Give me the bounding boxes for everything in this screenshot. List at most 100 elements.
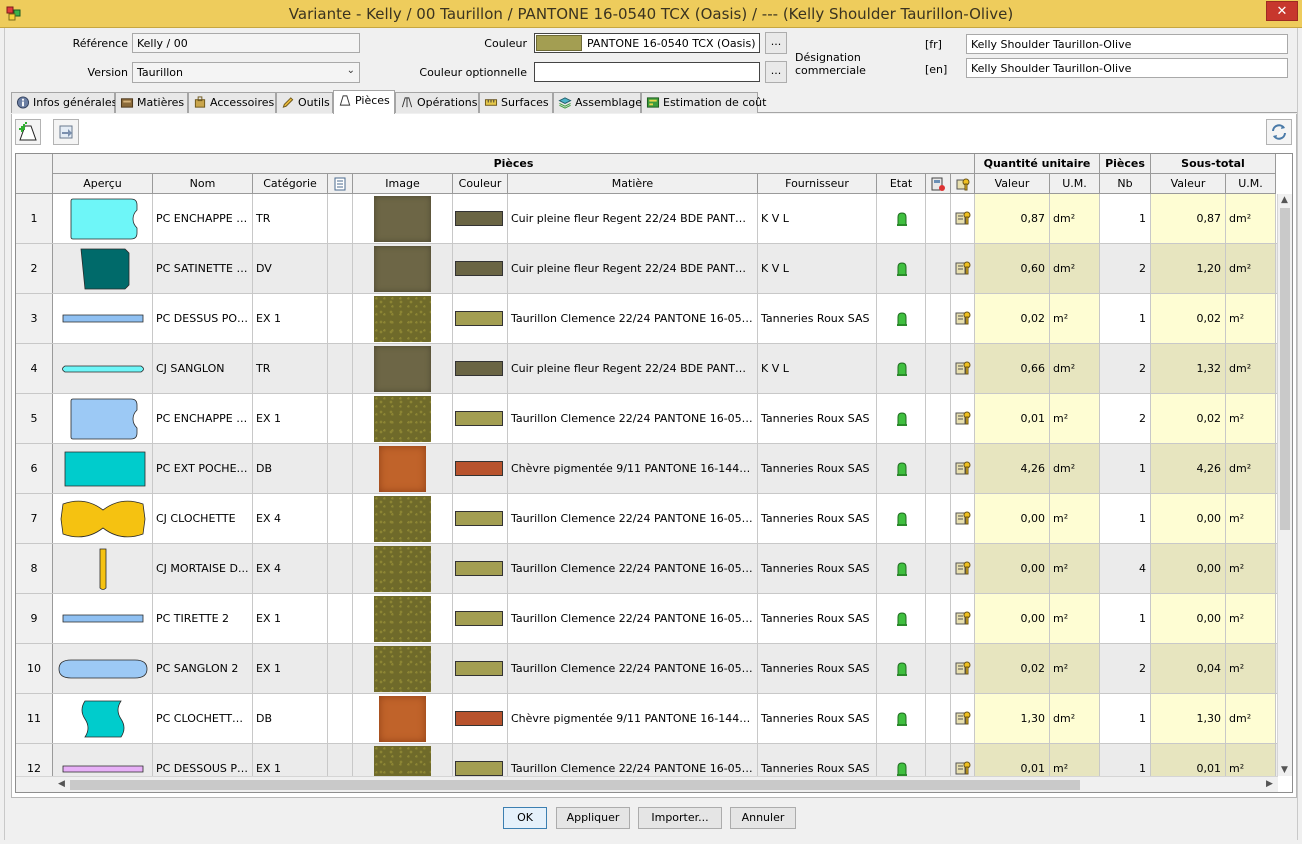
- piece-name[interactable]: CJ MORTAISE D...: [153, 544, 253, 593]
- unit-qty-um[interactable]: m²: [1050, 394, 1100, 443]
- piece-category[interactable]: EX 1: [253, 294, 328, 343]
- piece-name[interactable]: PC ENCHAPPE 2 ...: [153, 394, 253, 443]
- unit-qty-um[interactable]: m²: [1050, 294, 1100, 343]
- color-field[interactable]: PANTONE 16-0540 TCX (Oasis): [534, 33, 760, 53]
- piece-calc[interactable]: [926, 344, 951, 393]
- piece-state[interactable]: [877, 444, 926, 493]
- pieces-count[interactable]: 1: [1100, 444, 1151, 493]
- piece-name[interactable]: PC DESSUS POI...: [153, 294, 253, 343]
- piece-preview[interactable]: [53, 194, 153, 243]
- piece-category[interactable]: EX 1: [253, 594, 328, 643]
- piece-tool[interactable]: [951, 194, 975, 243]
- piece-tool[interactable]: [951, 644, 975, 693]
- subtotal-value[interactable]: 1,30: [1151, 694, 1226, 743]
- material-color[interactable]: [453, 194, 508, 243]
- subtotal-value[interactable]: 4,26: [1151, 444, 1226, 493]
- piece-state[interactable]: [877, 394, 926, 443]
- pieces-count[interactable]: 1: [1100, 594, 1151, 643]
- piece-calc[interactable]: [926, 594, 951, 643]
- col-header-material[interactable]: Matière: [508, 174, 758, 194]
- subtotal-value[interactable]: 1,32: [1151, 344, 1226, 393]
- material-name[interactable]: Chèvre pigmentée 9/11 PANTONE 16-1449 TC…: [508, 694, 758, 743]
- piece-calc[interactable]: [926, 394, 951, 443]
- piece-tool[interactable]: [951, 344, 975, 393]
- piece-document[interactable]: [328, 394, 353, 443]
- unit-qty-um[interactable]: m²: [1050, 594, 1100, 643]
- piece-category[interactable]: TR: [253, 194, 328, 243]
- unit-qty-value[interactable]: 0,87: [975, 194, 1050, 243]
- piece-name[interactable]: CJ SANGLON: [153, 344, 253, 393]
- piece-state[interactable]: [877, 544, 926, 593]
- material-color[interactable]: [453, 644, 508, 693]
- piece-preview[interactable]: [53, 644, 153, 693]
- piece-tool[interactable]: [951, 694, 975, 743]
- table-row[interactable]: 11 PC CLOCHETTE ... DB Chèvre pigmentée 9/1…: [16, 694, 1278, 744]
- material-image[interactable]: [353, 294, 453, 343]
- col-header-nb[interactable]: Nb: [1100, 174, 1151, 194]
- piece-document[interactable]: [328, 694, 353, 743]
- pieces-count[interactable]: 2: [1100, 394, 1151, 443]
- supplier-name[interactable]: Tanneries Roux SAS: [758, 294, 877, 343]
- vertical-scroll-thumb[interactable]: [1280, 208, 1290, 530]
- subtotal-um[interactable]: m²: [1226, 494, 1276, 543]
- tool-key-icon[interactable]: [955, 260, 971, 276]
- piece-calc[interactable]: [926, 494, 951, 543]
- table-row[interactable]: 3 PC DESSUS POI... EX 1 Taurillon Clemence …: [16, 294, 1278, 344]
- supplier-name[interactable]: Tanneries Roux SAS: [758, 494, 877, 543]
- table-row[interactable]: 1 PC ENCHAPPE 2 ... TR Cuir pleine fleur Re…: [16, 194, 1278, 244]
- col-header-category[interactable]: Catégorie: [253, 174, 328, 194]
- table-row[interactable]: 8 CJ MORTAISE D... EX 4 Taurillon Clemence …: [16, 544, 1278, 594]
- subtotal-um[interactable]: m²: [1226, 544, 1276, 593]
- scroll-right-icon[interactable]: ▶: [1266, 779, 1273, 789]
- subtotal-value[interactable]: 1,20: [1151, 244, 1226, 293]
- unit-qty-value[interactable]: 0,00: [975, 544, 1050, 593]
- material-color[interactable]: [453, 594, 508, 643]
- table-row[interactable]: 7 CJ CLOCHETTE EX 4 Taurillon Clemence 22/2…: [16, 494, 1278, 544]
- tab-matieres[interactable]: Matières: [115, 92, 188, 113]
- piece-state[interactable]: [877, 494, 926, 543]
- vertical-scrollbar[interactable]: ▲ ▼: [1277, 194, 1292, 776]
- piece-calc[interactable]: [926, 644, 951, 693]
- table-row[interactable]: 6 PC EXT POCHE SR DB Chèvre pigmentée 9/11 …: [16, 444, 1278, 494]
- material-image[interactable]: [353, 194, 453, 243]
- piece-name[interactable]: PC ENCHAPPE 2 ...: [153, 194, 253, 243]
- piece-tool[interactable]: [951, 594, 975, 643]
- close-button[interactable]: ✕: [1266, 1, 1298, 21]
- col-header-supplier[interactable]: Fournisseur: [758, 174, 877, 194]
- piece-tool[interactable]: [951, 444, 975, 493]
- material-color[interactable]: [453, 694, 508, 743]
- piece-tool[interactable]: [951, 294, 975, 343]
- material-name[interactable]: Cuir pleine fleur Regent 22/24 BDE PANTO…: [508, 194, 758, 243]
- tool-key-icon[interactable]: [955, 210, 971, 226]
- unit-qty-value[interactable]: 0,66: [975, 344, 1050, 393]
- piece-document[interactable]: [328, 494, 353, 543]
- subtotal-value[interactable]: 0,02: [1151, 294, 1226, 343]
- material-image[interactable]: [353, 644, 453, 693]
- tab-operations[interactable]: Opérations: [395, 92, 479, 113]
- piece-preview[interactable]: [53, 544, 153, 593]
- subtotal-um[interactable]: dm²: [1226, 344, 1276, 393]
- subtotal-um[interactable]: dm²: [1226, 244, 1276, 293]
- piece-document[interactable]: [328, 294, 353, 343]
- table-row[interactable]: 10 PC SANGLON 2 EX 1 Taurillon Clemence 22/…: [16, 644, 1278, 694]
- material-image[interactable]: [353, 244, 453, 293]
- col-header-subtotal-value[interactable]: Valeur: [1151, 174, 1226, 194]
- horizontal-scroll-thumb[interactable]: [70, 780, 1080, 790]
- piece-category[interactable]: EX 4: [253, 544, 328, 593]
- material-image[interactable]: [353, 494, 453, 543]
- piece-document[interactable]: [328, 444, 353, 493]
- piece-preview[interactable]: [53, 344, 153, 393]
- tool-key-icon[interactable]: [955, 360, 971, 376]
- tab-accessoires[interactable]: Accessoires: [188, 92, 276, 113]
- piece-tool[interactable]: [951, 394, 975, 443]
- piece-tool[interactable]: [951, 244, 975, 293]
- piece-state[interactable]: [877, 644, 926, 693]
- piece-tool[interactable]: [951, 494, 975, 543]
- material-color[interactable]: [453, 494, 508, 543]
- piece-document[interactable]: [328, 594, 353, 643]
- piece-document[interactable]: [328, 344, 353, 393]
- scroll-down-icon[interactable]: ▼: [1281, 765, 1288, 775]
- piece-preview[interactable]: [53, 594, 153, 643]
- piece-category[interactable]: DB: [253, 444, 328, 493]
- material-name[interactable]: Cuir pleine fleur Regent 22/24 BDE PANTO…: [508, 244, 758, 293]
